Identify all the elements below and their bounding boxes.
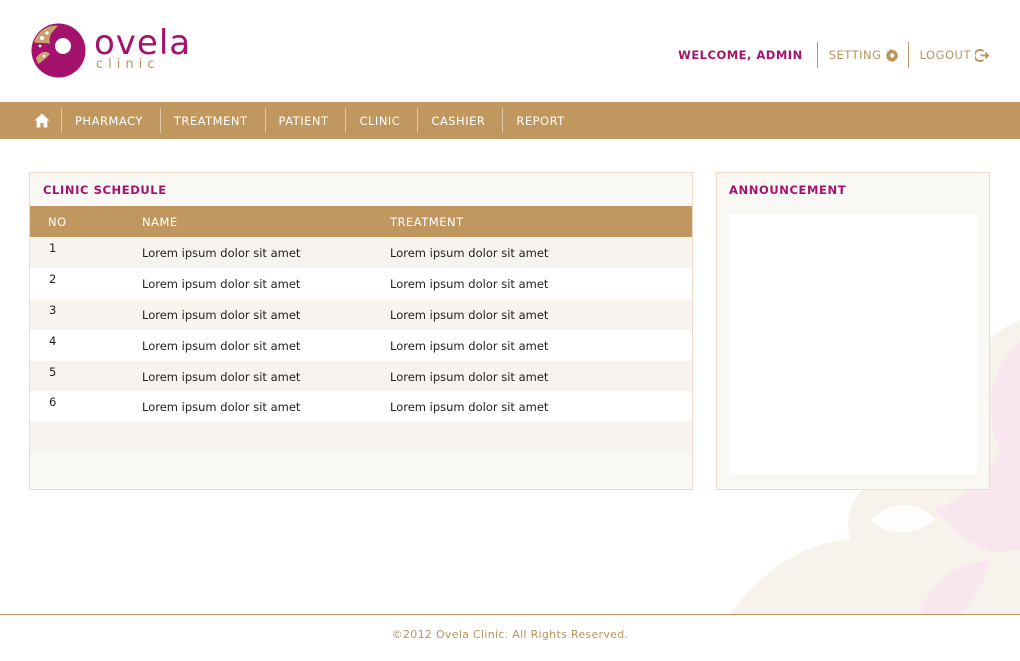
row-name: Lorem ipsum dolor sit amet bbox=[142, 277, 301, 291]
gear-icon bbox=[885, 48, 899, 62]
row-no: 4 bbox=[49, 334, 57, 348]
row-name: Lorem ipsum dolor sit amet bbox=[142, 308, 301, 322]
column-header-no: NO bbox=[48, 214, 67, 229]
schedule-table: NO NAME TREATMENT 1 Lorem ipsum dolor si… bbox=[30, 206, 692, 452]
row-no: 1 bbox=[49, 241, 57, 255]
row-treatment: Lorem ipsum dolor sit amet bbox=[390, 370, 549, 384]
logout-link[interactable]: LOGOUT bbox=[909, 48, 990, 62]
announcement-content bbox=[729, 214, 977, 475]
table-row[interactable]: 5 Lorem ipsum dolor sit amet Lorem ipsum… bbox=[30, 361, 692, 391]
footer-divider bbox=[0, 614, 1020, 615]
row-name: Lorem ipsum dolor sit amet bbox=[142, 246, 301, 260]
nav-report[interactable]: REPORT bbox=[503, 102, 581, 139]
logout-label: LOGOUT bbox=[919, 48, 971, 62]
row-treatment: Lorem ipsum dolor sit amet bbox=[390, 400, 549, 414]
row-treatment: Lorem ipsum dolor sit amet bbox=[390, 246, 549, 260]
home-icon bbox=[34, 113, 49, 128]
footer-copyright: ©2012 Ovela Clinic. All Rights Reserved. bbox=[391, 628, 629, 641]
top-nav: WELCOME, ADMIN SETTING LOGOUT bbox=[678, 42, 990, 68]
table-row[interactable]: 6 Lorem ipsum dolor sit amet Lorem ipsum… bbox=[30, 391, 692, 421]
nav-clinic[interactable]: CLINIC bbox=[346, 102, 417, 139]
nav-cashier[interactable]: CASHIER bbox=[418, 102, 502, 139]
table-header: NO NAME TREATMENT bbox=[30, 206, 692, 237]
nav-pharmacy[interactable]: PHARMACY bbox=[62, 102, 160, 139]
announcement-panel: ANNOUNCEMENT bbox=[716, 172, 990, 490]
logout-icon bbox=[975, 48, 990, 62]
logo[interactable]: ovela clinic bbox=[30, 22, 200, 82]
column-header-name: NAME bbox=[142, 214, 178, 229]
row-treatment: Lorem ipsum dolor sit amet bbox=[390, 277, 549, 291]
column-header-treatment: TREATMENT bbox=[390, 214, 464, 229]
clinic-schedule-title: CLINIC SCHEDULE bbox=[43, 183, 167, 197]
row-no: 2 bbox=[49, 272, 57, 286]
setting-link[interactable]: SETTING bbox=[818, 48, 908, 62]
row-treatment: Lorem ipsum dolor sit amet bbox=[390, 308, 549, 322]
setting-label: SETTING bbox=[828, 48, 882, 62]
table-row[interactable]: 4 Lorem ipsum dolor sit amet Lorem ipsum… bbox=[30, 330, 692, 361]
row-no: 5 bbox=[49, 365, 57, 379]
row-name: Lorem ipsum dolor sit amet bbox=[142, 400, 301, 414]
row-name: Lorem ipsum dolor sit amet bbox=[142, 370, 301, 384]
nav-home[interactable] bbox=[22, 102, 61, 139]
table-row-empty bbox=[30, 421, 692, 452]
logo-subtitle: clinic bbox=[96, 57, 160, 72]
main-nav: PHARMACY TREATMENT PATIENT CLINIC CASHIE… bbox=[0, 102, 1020, 139]
row-no: 6 bbox=[49, 395, 57, 409]
table-row[interactable]: 3 Lorem ipsum dolor sit amet Lorem ipsum… bbox=[30, 299, 692, 330]
clinic-schedule-panel: CLINIC SCHEDULE NO NAME TREATMENT 1 Lore… bbox=[29, 172, 693, 490]
nav-treatment[interactable]: TREATMENT bbox=[161, 102, 265, 139]
table-row[interactable]: 1 Lorem ipsum dolor sit amet Lorem ipsum… bbox=[30, 237, 692, 268]
header: ovela clinic WELCOME, ADMIN SETTING LOGO… bbox=[0, 0, 1020, 102]
welcome-text: WELCOME, ADMIN bbox=[678, 48, 803, 62]
announcement-title: ANNOUNCEMENT bbox=[729, 183, 847, 197]
row-treatment: Lorem ipsum dolor sit amet bbox=[390, 339, 549, 353]
nav-patient[interactable]: PATIENT bbox=[266, 102, 346, 139]
row-name: Lorem ipsum dolor sit amet bbox=[142, 339, 301, 353]
logo-mark-icon bbox=[31, 23, 86, 78]
row-no: 3 bbox=[49, 303, 57, 317]
table-row[interactable]: 2 Lorem ipsum dolor sit amet Lorem ipsum… bbox=[30, 268, 692, 299]
